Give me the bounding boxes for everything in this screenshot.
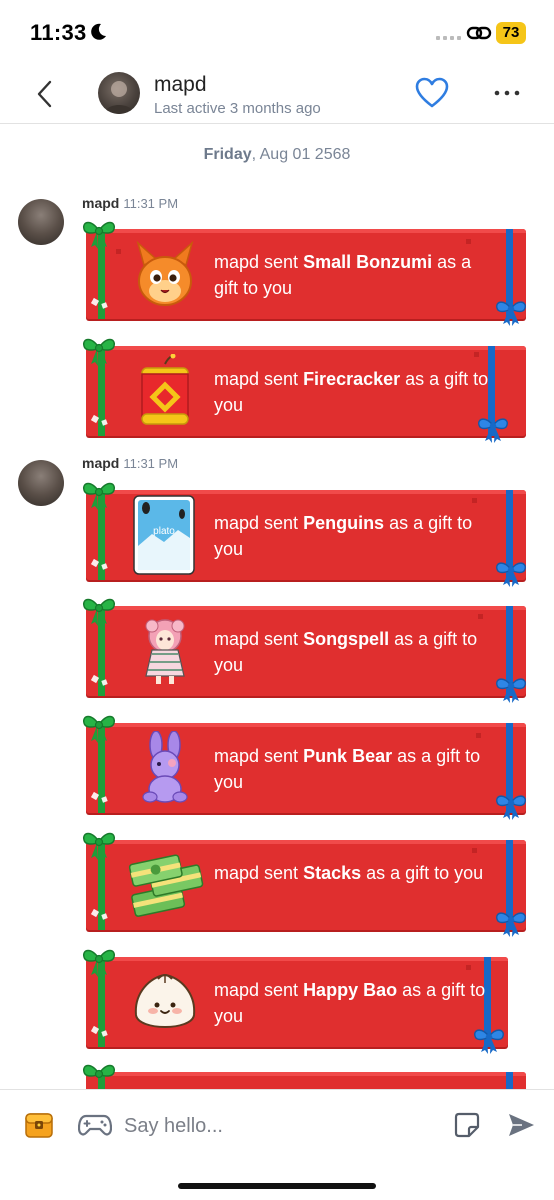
gift-item-name: Songspell: [303, 629, 390, 649]
gift-text-prefix: mapd sent: [214, 252, 304, 272]
blue-bow-icon: [496, 912, 526, 937]
chat-header: mapd Last active 3 months ago: [0, 64, 554, 124]
gift-message[interactable]: mapd sent Firecracker as a gift to you: [83, 338, 526, 443]
gift-text-prefix: mapd sent: [214, 629, 304, 649]
date-separator: Friday, Aug 01 2568: [0, 146, 554, 164]
moon-icon: [91, 23, 106, 40]
money-stacks-icon: [128, 854, 204, 917]
battery-icon: 73: [496, 22, 526, 44]
header-avatar[interactable]: [98, 72, 140, 114]
date-text: , Aug 01 2568: [251, 146, 351, 163]
message-composer: [0, 1089, 554, 1200]
happy-bao-icon: [134, 973, 196, 1028]
cellular-signal-icon: [436, 36, 461, 40]
message-time: 11:31 PM: [123, 196, 179, 211]
bonzumi-icon: [136, 240, 194, 306]
gift-text: mapd sent Happy Bao as a gift to you: [214, 977, 499, 1029]
link-icon: [466, 26, 492, 40]
gift-item-name: Punk Bear: [303, 746, 393, 766]
gift-text: mapd sent Songspell as a gift to you: [214, 626, 499, 678]
person-silhouette-icon: [104, 81, 134, 114]
status-bar: 11:33 73: [0, 0, 554, 64]
gift-text: mapd sent Small Bonzumi as a gift to you: [214, 249, 499, 301]
message-input[interactable]: [124, 1106, 424, 1146]
green-bow-icon: [83, 832, 115, 860]
gift-text-prefix: mapd sent: [214, 863, 304, 883]
green-bow-icon: [83, 221, 115, 249]
gift-text: mapd sent Punk Bear as a gift to you: [214, 743, 499, 795]
contact-name[interactable]: mapd: [154, 73, 207, 97]
green-bow-icon: [83, 598, 115, 626]
gift-message[interactable]: mapd sent Stacks as a gift to you: [83, 832, 526, 937]
sender-avatar[interactable]: [18, 199, 64, 245]
send-icon[interactable]: [506, 1110, 536, 1140]
status-time: 11:33: [30, 20, 87, 45]
gift-item-name: Stacks: [303, 863, 362, 883]
gift-message[interactable]: mapd sent Happy Bao as a gift to you: [83, 949, 508, 1054]
sticker-icon[interactable]: [454, 1112, 480, 1138]
gift-item-name: Happy Bao: [303, 980, 398, 1000]
sender-name: mapd: [82, 195, 120, 211]
green-bow-icon: [83, 949, 115, 977]
treasure-box-icon[interactable]: [24, 1110, 54, 1140]
firecracker-icon: [141, 354, 189, 425]
green-bow-icon: [83, 338, 115, 366]
sender-line: mapd 11:31 PM: [82, 195, 178, 211]
gamepad-icon[interactable]: [78, 1112, 112, 1138]
gift-message[interactable]: mapd sent Small Bonzumi as a gift to you: [83, 221, 526, 326]
message-time: 11:31 PM: [123, 456, 179, 471]
gift-text-prefix: mapd sent: [214, 369, 304, 389]
gift-text-prefix: mapd sent: [214, 746, 304, 766]
gift-text: mapd sent Penguins as a gift to you: [214, 510, 499, 562]
gift-text-prefix: mapd sent: [214, 513, 304, 533]
gift-text-suffix: as a gift to you: [361, 863, 484, 883]
gift-item-name: Firecracker: [303, 369, 401, 389]
gift-item-name: Small Bonzumi: [303, 252, 433, 272]
green-bow-icon: [83, 482, 115, 510]
penguins-card-icon: plato: [133, 495, 195, 575]
gift-message[interactable]: mapd sent Punk Bear as a gift to you: [83, 715, 526, 820]
sender-line: mapd 11:31 PM: [82, 455, 178, 471]
penguins-card-label: plato: [153, 526, 175, 537]
sender-name: mapd: [82, 455, 120, 471]
heart-icon[interactable]: [414, 76, 450, 110]
gift-message[interactable]: mapd sent Songspell as a gift to you: [83, 598, 526, 703]
gift-text: mapd sent Firecracker as a gift to you: [214, 366, 499, 418]
gift-message[interactable]: plato mapd sent Penguins as a gift to yo…: [83, 482, 526, 587]
gift-item-name: Penguins: [303, 513, 385, 533]
songspell-icon: [145, 619, 185, 684]
home-indicator[interactable]: [178, 1183, 376, 1189]
green-bow-icon: [83, 715, 115, 743]
gift-text-prefix: mapd sent: [214, 980, 304, 1000]
punk-bear-icon: [142, 731, 188, 803]
sender-avatar[interactable]: [18, 460, 64, 506]
last-active-status: Last active 3 months ago: [154, 100, 321, 117]
more-dots-icon[interactable]: [490, 80, 524, 106]
back-chevron-icon[interactable]: [30, 76, 60, 112]
gift-text: mapd sent Stacks as a gift to you: [214, 860, 499, 886]
date-day: Friday: [203, 146, 252, 163]
